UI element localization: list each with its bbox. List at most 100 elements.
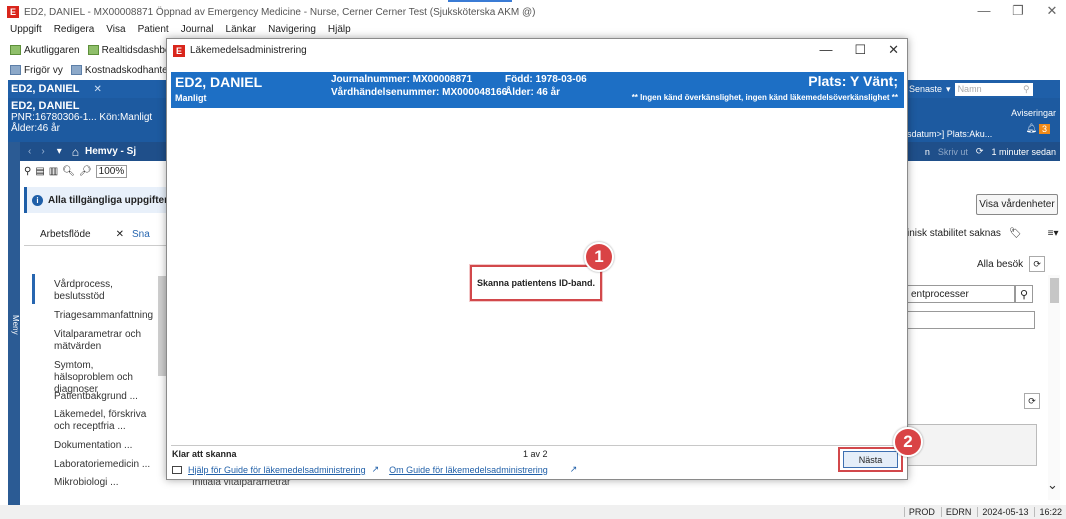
zoom-out-icon[interactable]: 🔎︎	[79, 166, 92, 177]
title-accent-line	[448, 0, 512, 2]
info-banner: i Alla tillgängliga uppgifter i	[24, 187, 166, 213]
menu-visa[interactable]: Visa	[106, 24, 125, 40]
restore-button[interactable]: ❐	[1010, 3, 1026, 19]
cost-icon	[70, 65, 82, 75]
encounter-number: Vårdhändelsenummer: MX000048166	[331, 87, 508, 98]
external-link-icon[interactable]: ↗	[372, 464, 380, 475]
process-search-input[interactable]: entprocesser	[907, 285, 1015, 303]
left-tabs: Arbetsflöde ✕ Sna	[24, 224, 166, 246]
maximize-button[interactable]: ☐	[854, 42, 866, 58]
sidebar-item-vardprocess[interactable]: Vårdprocess, beslutsstöd	[54, 279, 154, 303]
page-indicator: 1 av 2	[523, 449, 548, 459]
window-controls: — ❐ ✕	[976, 3, 1060, 19]
next-highlight: Nästa	[838, 447, 903, 472]
app-logo-icon: E	[173, 44, 185, 57]
date-label: 2024-05-13	[977, 507, 1028, 517]
step-callout-2: 2	[893, 427, 923, 457]
print-button[interactable]: Skriv ut	[938, 147, 968, 157]
empty-field[interactable]	[907, 311, 1035, 329]
dialog-divider	[171, 445, 904, 446]
medication-admin-dialog: E Läkemedelsadministrering — ☐ ✕ ED2, DA…	[166, 38, 923, 480]
right-panel-box	[907, 424, 1037, 466]
sidebar-item-dokumentation[interactable]: Dokumentation ...	[54, 440, 154, 452]
print-icon[interactable]: ▥	[49, 166, 58, 177]
time-label: 16:22	[1034, 507, 1062, 517]
dialog-patient-banner: ED2, DANIEL Manligt Journalnummer: MX000…	[171, 72, 904, 108]
menu-redigera[interactable]: Redigera	[54, 24, 95, 40]
zoom-select[interactable]: 100%	[95, 165, 128, 178]
sidebar-item-triage[interactable]: Triagesammanfattning	[54, 310, 154, 322]
name-search-input[interactable]: Namn ⚲	[954, 82, 1033, 96]
location-text: sdatum>] Plats:Aku...	[907, 129, 993, 139]
minimize-button[interactable]: —	[819, 42, 832, 58]
sidebar-scrollbar[interactable]	[158, 276, 166, 376]
all-visits-label[interactable]: Alla besök	[977, 259, 1023, 270]
chevron-down-icon[interactable]: ⌄	[1047, 477, 1058, 493]
tab-arbetsflode[interactable]: Arbetsflöde ✕	[24, 229, 132, 240]
tab-other[interactable]: Sna	[132, 229, 150, 240]
scrollbar-thumb[interactable]	[1050, 278, 1059, 303]
patient-tab[interactable]: ED2, DANIEL ✕	[8, 80, 166, 98]
senaste-dropdown[interactable]: Senaste	[909, 84, 942, 94]
minimize-button[interactable]: —	[976, 3, 992, 19]
show-units-button[interactable]: Visa vårdenheter	[976, 194, 1058, 215]
close-tab-icon[interactable]: ✕	[93, 84, 101, 95]
page-icon[interactable]: ▤	[35, 166, 44, 177]
close-button[interactable]: ✕	[1044, 3, 1060, 19]
home-icon[interactable]: ⌂	[72, 145, 79, 159]
next-button[interactable]: Nästa	[843, 451, 898, 468]
external-link-icon[interactable]: ↗	[570, 464, 578, 475]
window-title-bar: E ED2, DANIEL - MX00008871 Öppnad av Eme…	[0, 0, 1066, 24]
toolbar-akutliggaren[interactable]: Akutliggaren	[10, 45, 80, 56]
patient-age: Ålder:46 år	[11, 123, 60, 134]
help-link[interactable]: Hjälp för Guide för läkemedelsadministre…	[188, 465, 366, 475]
refresh-icon[interactable]: ⟳	[976, 146, 984, 157]
scan-prompt: Skanna patientens ID-band.	[470, 265, 602, 301]
sidebar-item-patientbakgrund[interactable]: Patientbakgrund ...	[54, 391, 154, 403]
notifications-label[interactable]: Aviseringar	[1011, 108, 1056, 118]
close-button[interactable]: ✕	[888, 42, 899, 58]
home-view-label[interactable]: Hemvy - Sj	[85, 146, 136, 157]
chevron-down-icon[interactable]: ▾	[946, 84, 951, 95]
sidebar-item-mikrobiologi[interactable]: Mikrobiologi ...	[54, 477, 154, 489]
toolbar-frigor-vy[interactable]: Frigör vy	[10, 65, 63, 76]
patient-search-bar: Senaste ▾ Namn ⚲	[907, 80, 1060, 98]
selected-indicator	[32, 274, 35, 304]
help-links: Hjälp för Guide för läkemedelsadministre…	[172, 464, 577, 475]
birth-date: Född: 1978-03-06	[505, 74, 587, 85]
patient-sex: Kön:Manligt	[99, 112, 153, 123]
user-label: EDRN	[940, 507, 971, 517]
sidebar-item-lakemedel[interactable]: Läkemedel, förskriva och receptfria ...	[54, 409, 154, 433]
dialog-controls: — ☐ ✕	[819, 42, 899, 58]
about-link[interactable]: Om Guide för läkemedelsadministrering	[389, 465, 548, 475]
search-icon[interactable]: ⚲	[1023, 84, 1030, 95]
menu-icon[interactable]: ≡▾	[1048, 228, 1059, 239]
patient-age: Ålder: 46 år	[505, 87, 561, 98]
binoculars-icon[interactable]: ⚲	[24, 166, 31, 177]
patient-name: ED2, DANIEL	[175, 74, 263, 90]
refresh-icon[interactable]: ⟳	[1024, 393, 1040, 409]
right-scrollbar[interactable]	[1048, 275, 1060, 500]
notifications[interactable]: 🔔︎ 3	[1026, 123, 1050, 134]
tag-icon[interactable]: 🏷︎	[1009, 228, 1022, 239]
refresh-icon[interactable]: ⟳	[1029, 256, 1046, 272]
close-icon[interactable]: ✕	[116, 229, 124, 240]
zoom-in-icon[interactable]: 🔍︎	[62, 166, 75, 177]
toolbar-second: Frigör vy Kostnadskodhantering	[10, 62, 184, 78]
side-menu-handle[interactable]: Meny	[8, 142, 20, 507]
journal-number: Journalnummer: MX00008871	[331, 74, 473, 85]
menu-patient[interactable]: Patient	[138, 24, 169, 40]
right-strip: n Skriv ut ⟳ 1 minuter sedan	[907, 142, 1060, 161]
sidebar-item-vitalparametrar[interactable]: Vitalparametrar och mätvärden	[54, 329, 154, 353]
sidebar-item-laboratoriemedicin[interactable]: Laboratoriemedicin ...	[54, 459, 154, 471]
menu-uppgift[interactable]: Uppgift	[10, 24, 42, 40]
scan-status: Klar att skanna	[172, 449, 237, 459]
app-logo-icon: E	[7, 6, 19, 18]
search-icon[interactable]: ⚲	[1015, 285, 1033, 303]
status-bar: PROD EDRN 2024-05-13 16:22	[0, 505, 1066, 519]
chevron-down-icon[interactable]: ▾	[57, 146, 62, 157]
patient-name: ED2, DANIEL	[11, 100, 80, 112]
forward-icon[interactable]: ›	[41, 146, 44, 157]
content-toolbar: ⚲ ▤ ▥ 🔍︎ 🔎︎ 100%	[24, 165, 128, 178]
back-icon[interactable]: ‹	[28, 146, 31, 157]
